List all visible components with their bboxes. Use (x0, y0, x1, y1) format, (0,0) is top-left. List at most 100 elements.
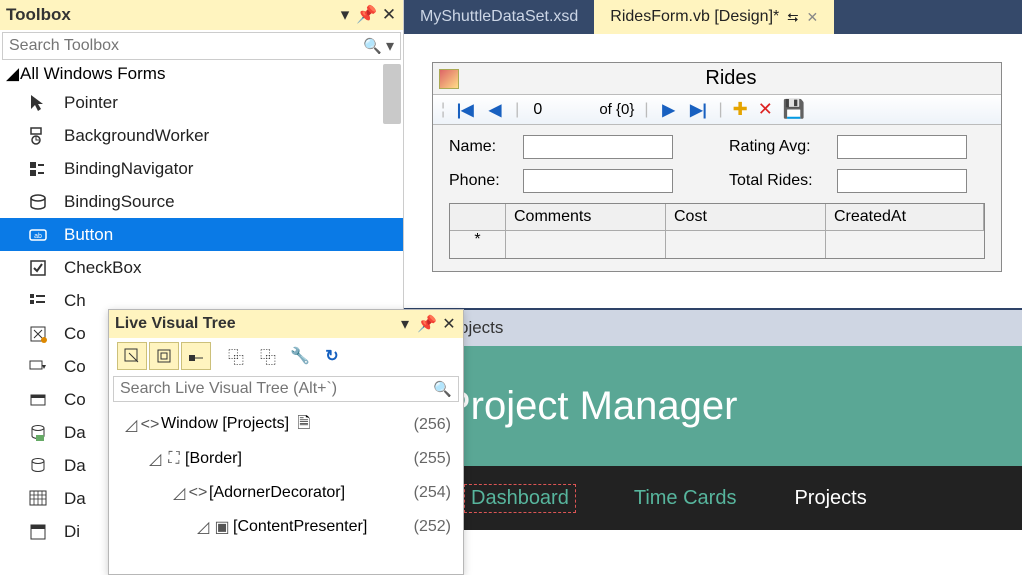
nav-last-icon[interactable]: ▶| (689, 100, 709, 120)
scrollbar-thumb[interactable] (383, 64, 401, 124)
pin-icon[interactable]: 📌 (419, 316, 435, 332)
dropdown-icon[interactable]: ▾ (397, 316, 413, 332)
lvt-row[interactable]: ◿▣[ContentPresenter](252) (117, 510, 455, 544)
item-icon (26, 124, 50, 148)
lvt-row[interactable]: ◿<>Window [Projects] 🗎(256) (117, 408, 455, 442)
caret-icon[interactable]: ◿ (149, 449, 163, 469)
item-icon (26, 157, 50, 181)
item-label: CheckBox (64, 258, 141, 278)
item-icon (26, 91, 50, 115)
item-label: Co (64, 357, 86, 377)
toolbox-search[interactable]: 🔍 ▾ (2, 32, 401, 60)
toolbox-item[interactable]: Pointer (0, 86, 403, 119)
input-total[interactable] (837, 169, 967, 193)
close-icon[interactable]: ✕ (381, 7, 397, 23)
dropdown-icon[interactable]: ▾ (337, 7, 353, 23)
lvt-layout-icon[interactable] (149, 342, 179, 370)
rides-form-window[interactable]: Rides ¦ |◀ ◀ | 0 of {0} | ▶ ▶| | ✚ ✕ 💾 (432, 62, 1002, 272)
input-name[interactable] (523, 135, 673, 159)
node-count: (255) (414, 450, 455, 468)
col-cost[interactable]: Cost (666, 204, 826, 230)
pin-icon[interactable]: ⮀ (787, 9, 798, 26)
item-label: Da (64, 456, 86, 476)
toolbox-item[interactable]: BackgroundWorker (0, 119, 403, 152)
binding-navigator[interactable]: ¦ |◀ ◀ | 0 of {0} | ▶ ▶| | ✚ ✕ 💾 (433, 94, 1001, 125)
pm-hero: Project Manager (404, 346, 1022, 466)
node-type-icon: <> (139, 416, 161, 434)
toolbox-item[interactable]: CheckBox (0, 251, 403, 284)
nav-first-icon[interactable]: |◀ (455, 100, 475, 120)
tab-dataset[interactable]: MyShuttleDataSet.xsd (404, 0, 594, 34)
label-total: Total Rides: (729, 172, 819, 190)
item-label: BindingSource (64, 192, 175, 212)
toolbox-item[interactable]: BindingSource (0, 185, 403, 218)
item-icon (26, 289, 50, 313)
item-label: BindingNavigator (64, 159, 193, 179)
item-icon (26, 520, 50, 544)
item-icon (26, 487, 50, 511)
pin-icon[interactable]: 📌 (359, 7, 375, 23)
lvt-row[interactable]: ◿<>[AdornerDecorator](254) (117, 476, 455, 510)
item-label: Ch (64, 291, 86, 311)
node-label: Window [Projects] 🗎 (161, 412, 414, 439)
input-phone[interactable] (523, 169, 673, 193)
tab-ridesform[interactable]: RidesForm.vb [Design]* ⮀ ✕ (594, 0, 834, 34)
toolbox-search-input[interactable] (9, 37, 363, 55)
close-icon[interactable]: ✕ (806, 9, 818, 26)
caret-icon[interactable]: ◿ (125, 415, 139, 435)
pm-tab-dashboard[interactable]: Dashboard (464, 484, 576, 513)
nav-prev-icon[interactable]: ◀ (485, 100, 505, 120)
nav-delete-icon[interactable]: ✕ (758, 99, 773, 120)
node-type-icon: <> (187, 484, 209, 502)
lvt-settings-icon[interactable]: 🔧 (285, 342, 315, 370)
lvt-track-icon[interactable] (181, 342, 211, 370)
live-visual-tree-panel[interactable]: Live Visual Tree ▾ 📌 ✕ ⿻ ⿻ 🔧 ↻ 🔍 ◿<>Wind… (108, 309, 464, 575)
lvt-refresh-icon[interactable]: ↻ (317, 342, 347, 370)
toolbox-item[interactable]: abButton (0, 218, 403, 251)
nav-position[interactable]: 0 (529, 101, 589, 119)
col-createdat[interactable]: CreatedAt (826, 204, 984, 230)
search-icon[interactable]: 🔍 (433, 380, 452, 398)
pm-titlebar[interactable]: Projects (404, 310, 1022, 346)
data-grid[interactable]: Comments Cost CreatedAt * (449, 203, 985, 259)
node-type-icon: ⛶ (163, 450, 185, 468)
lvt-search[interactable]: 🔍 (113, 376, 459, 402)
new-row-icon: * (450, 231, 506, 258)
document-tabs: MyShuttleDataSet.xsd RidesForm.vb [Desig… (404, 0, 1022, 34)
lvt-collapse-icon[interactable]: ⿻ (253, 342, 283, 370)
search-icon[interactable]: 🔍 (363, 37, 382, 55)
node-type-icon: ▣ (211, 517, 233, 537)
item-icon (26, 256, 50, 280)
tab-label: MyShuttleDataSet.xsd (420, 8, 578, 26)
toolbox-group-label: All Windows Forms (20, 64, 165, 84)
label-name: Name: (449, 138, 505, 156)
toolbox-item[interactable]: BindingNavigator (0, 152, 403, 185)
caret-icon[interactable]: ◿ (197, 517, 211, 537)
caret-icon[interactable]: ◿ (173, 483, 187, 503)
item-icon: ab (26, 223, 50, 247)
toolbox-group[interactable]: ◢ All Windows Forms (0, 62, 403, 86)
pm-tabs: Dashboard Time Cards Projects (404, 466, 1022, 530)
pm-tab-projects[interactable]: Projects (794, 487, 866, 510)
pm-tab-timecards[interactable]: Time Cards (634, 487, 737, 510)
item-icon (26, 454, 50, 478)
toolbox-title: Toolbox (6, 5, 331, 25)
lvt-search-input[interactable] (120, 380, 433, 398)
node-count: (254) (414, 484, 455, 502)
node-label: [Border] (185, 450, 414, 468)
nav-next-icon[interactable]: ▶ (659, 100, 679, 120)
node-label: [AdornerDecorator] (209, 484, 414, 502)
col-comments[interactable]: Comments (506, 204, 666, 230)
nav-add-icon[interactable]: ✚ (733, 99, 748, 120)
item-label: Co (64, 390, 86, 410)
nav-save-icon[interactable]: 💾 (783, 99, 805, 120)
item-label: Da (64, 489, 86, 509)
lvt-expand-icon[interactable]: ⿻ (221, 342, 251, 370)
chevron-down-icon[interactable]: ▾ (386, 36, 394, 56)
label-rating: Rating Avg: (729, 138, 819, 156)
input-rating[interactable] (837, 135, 967, 159)
nav-of-label: of {0} (599, 101, 634, 118)
lvt-row[interactable]: ◿⛶[Border](255) (117, 442, 455, 476)
close-icon[interactable]: ✕ (441, 316, 457, 332)
lvt-select-icon[interactable] (117, 342, 147, 370)
